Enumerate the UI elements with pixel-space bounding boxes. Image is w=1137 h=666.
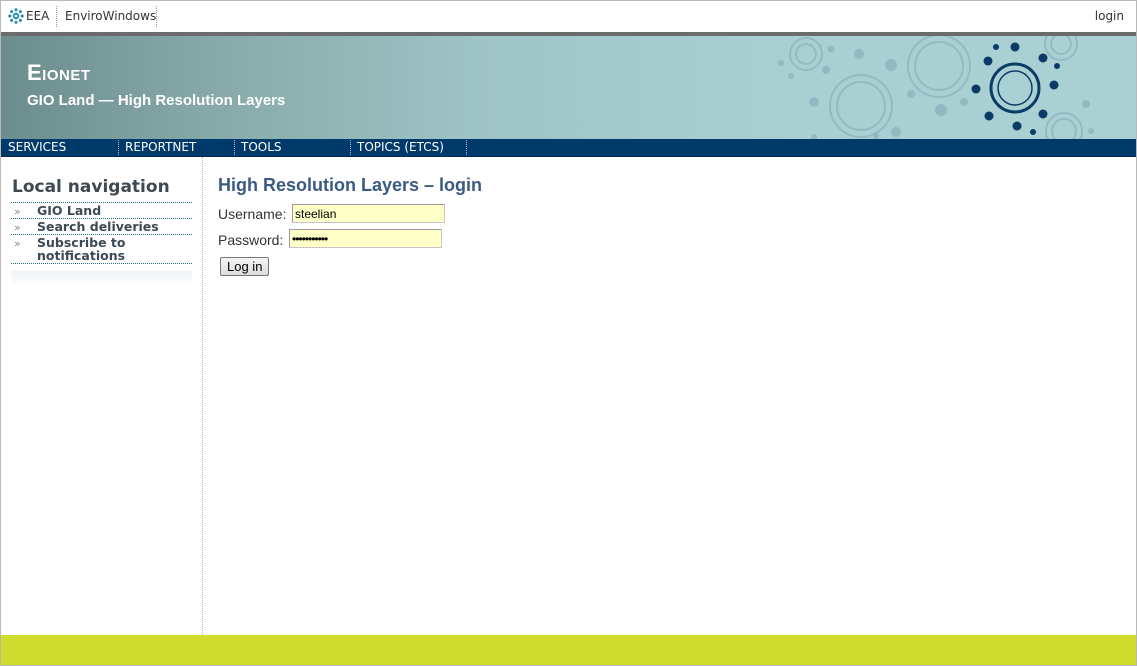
- site-banner: Eionet GIO Land — High Resolution Layers: [1, 36, 1136, 139]
- top-links-bar: EEA EnviroWindows login: [1, 1, 1136, 32]
- left-column: Local navigation » GIO Land » Search del…: [1, 157, 203, 635]
- chevron-right-icon: »: [14, 237, 21, 250]
- login-link[interactable]: login: [1095, 9, 1124, 23]
- sidebar-shade: [11, 271, 192, 287]
- sidebar-item-gio-land[interactable]: » GIO Land: [11, 203, 192, 219]
- site-subtitle: GIO Land — High Resolution Layers: [27, 92, 286, 109]
- divider: [466, 140, 467, 155]
- login-button[interactable]: Log in: [220, 257, 270, 276]
- main-content: High Resolution Layers – login Username:…: [218, 157, 1118, 627]
- footer-bar: [1, 635, 1136, 665]
- username-label: Username:: [218, 206, 287, 222]
- nav-services[interactable]: SERVICES: [2, 140, 66, 155]
- envirowindows-link[interactable]: EnviroWindows: [65, 9, 156, 23]
- password-input[interactable]: [289, 229, 442, 248]
- page: EEA EnviroWindows login Eionet GIO Land …: [0, 0, 1137, 666]
- sidebar-item-label: Search deliveries: [37, 219, 159, 234]
- sidebar-item-search-deliveries[interactable]: » Search deliveries: [11, 219, 192, 235]
- password-label: Password:: [218, 232, 284, 248]
- sidebar-item-label: GIO Land: [37, 203, 102, 218]
- local-navigation-list: » GIO Land » Search deliveries » Subscri…: [11, 202, 192, 264]
- page-title: High Resolution Layers – login: [218, 175, 483, 195]
- divider: [156, 6, 157, 27]
- username-input[interactable]: [292, 204, 445, 223]
- global-navigation: SERVICES REPORTNET TOOLS TOPICS (ETCS): [1, 139, 1136, 157]
- nav-reportnet[interactable]: REPORTNET: [119, 140, 196, 155]
- site-title[interactable]: Eionet: [27, 60, 91, 86]
- nav-tools[interactable]: TOOLS: [235, 140, 282, 155]
- sidebar-item-subscribe[interactable]: » Subscribe to notifications: [11, 235, 192, 264]
- local-navigation-title: Local navigation: [12, 177, 170, 197]
- decorative-circles-icon: [778, 36, 1094, 139]
- chevron-right-icon: »: [14, 205, 21, 218]
- eea-link[interactable]: EEA: [26, 9, 49, 23]
- chevron-right-icon: »: [14, 221, 21, 234]
- divider: [56, 6, 57, 27]
- sidebar-item-label: Subscribe to notifications: [37, 235, 126, 263]
- nav-topics[interactable]: TOPICS (ETCS): [351, 140, 444, 155]
- eea-logo-icon[interactable]: [8, 8, 24, 24]
